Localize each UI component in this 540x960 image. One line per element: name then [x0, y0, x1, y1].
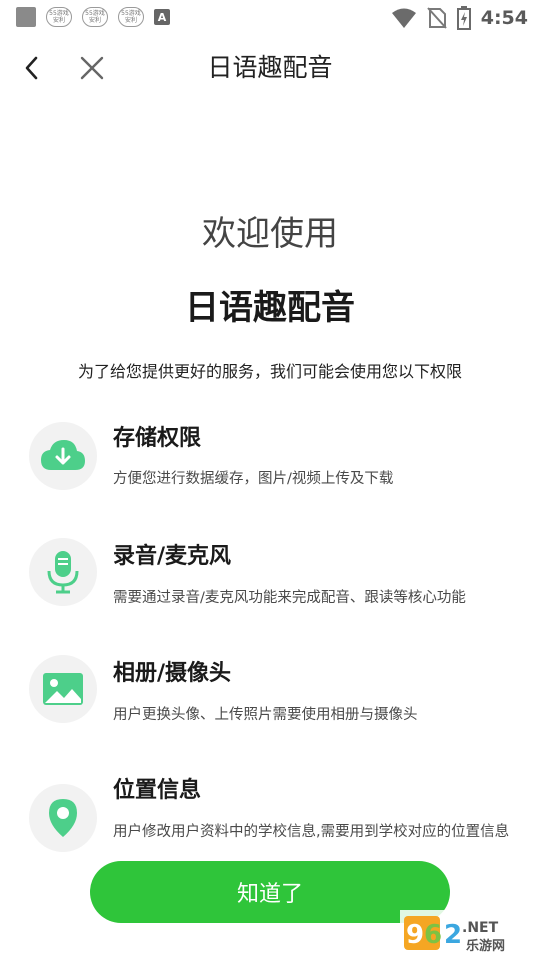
no-sim-icon [426, 7, 447, 29]
permission-icon-bg [29, 422, 97, 490]
accessibility-a-icon: A [154, 9, 170, 25]
game-badge-icon: 55游戏 安利 [118, 7, 144, 27]
permission-icon-bg [29, 784, 97, 852]
permission-desc: 需要通过录音/麦克风功能来完成配音、跟读等核心功能 [113, 590, 466, 606]
permission-desc: 方便您进行数据缓存，图片/视频上传及下载 [113, 471, 394, 487]
permission-title: 录音/麦克风 [113, 544, 232, 569]
badge-bottom-text: 安利 [88, 17, 101, 24]
wifi-icon [391, 8, 416, 28]
permission-item-location: 位置信息 用户修改用户资料中的学校信息,需要用到学校对应的位置信息 [0, 772, 540, 862]
badge-top-text: 55游戏 [85, 10, 105, 17]
permission-icon-bg [29, 538, 97, 606]
app-name-heading: 日语趣配音 [185, 288, 355, 328]
permission-item-microphone: 录音/麦克风 需要通过录音/麦克风功能来完成配音、跟读等核心功能 [0, 538, 540, 638]
watermark-logo-icon: 9 6 2 .NET 乐游网 [400, 910, 534, 956]
permission-item-storage: 存储权限 方便您进行数据缓存，图片/视频上传及下载 [0, 420, 540, 520]
status-bar: 55游戏 安利 55游戏 安利 55游戏 安利 A 4:54 [0, 0, 540, 36]
status-right: 4:54 [391, 6, 528, 30]
svg-text:乐游网: 乐游网 [466, 938, 505, 954]
permission-desc: 用户更换头像、上传照片需要使用相册与摄像头 [113, 707, 418, 723]
battery-charging-icon [456, 6, 471, 30]
permission-title: 相册/摄像头 [113, 661, 232, 686]
badge-top-text: 55游戏 [49, 10, 69, 17]
badge-top-text: 55游戏 [121, 10, 141, 17]
clock: 4:54 [480, 7, 528, 29]
cloud-download-icon [41, 440, 85, 470]
permission-desc: 用户修改用户资料中的学校信息,需要用到学校对应的位置信息 [113, 824, 510, 840]
app-header: 日语趣配音 [0, 36, 540, 100]
badge-bottom-text: 安利 [124, 17, 137, 24]
location-pin-icon [49, 799, 77, 837]
svg-text:9: 9 [406, 920, 424, 950]
permission-intro-text: 为了给您提供更好的服务，我们可能会使用您以下权限 [77, 362, 462, 381]
badge-bottom-text: 安利 [52, 17, 65, 24]
permission-icon-bg [29, 655, 97, 723]
status-left: 55游戏 安利 55游戏 安利 55游戏 安利 A [16, 7, 170, 27]
game-badge-icon: 55游戏 安利 [46, 7, 72, 27]
page-title: 日语趣配音 [207, 53, 333, 82]
notification-icon [16, 7, 36, 27]
permission-title: 位置信息 [113, 778, 202, 803]
image-icon [43, 673, 83, 705]
svg-text:6: 6 [424, 920, 442, 950]
svg-text:.NET: .NET [462, 920, 499, 936]
svg-text:2: 2 [444, 920, 462, 950]
permission-item-album-camera: 相册/摄像头 用户更换头像、上传照片需要使用相册与摄像头 [0, 655, 540, 755]
microphone-icon [47, 551, 79, 594]
permission-title: 存储权限 [113, 426, 202, 451]
game-badge-icon: 55游戏 安利 [82, 7, 108, 27]
watermark-logo: 9 6 2 .NET 乐游网 [400, 910, 534, 956]
welcome-heading: 欢迎使用 [202, 214, 338, 254]
got-it-button[interactable]: 知道了 [90, 861, 450, 923]
